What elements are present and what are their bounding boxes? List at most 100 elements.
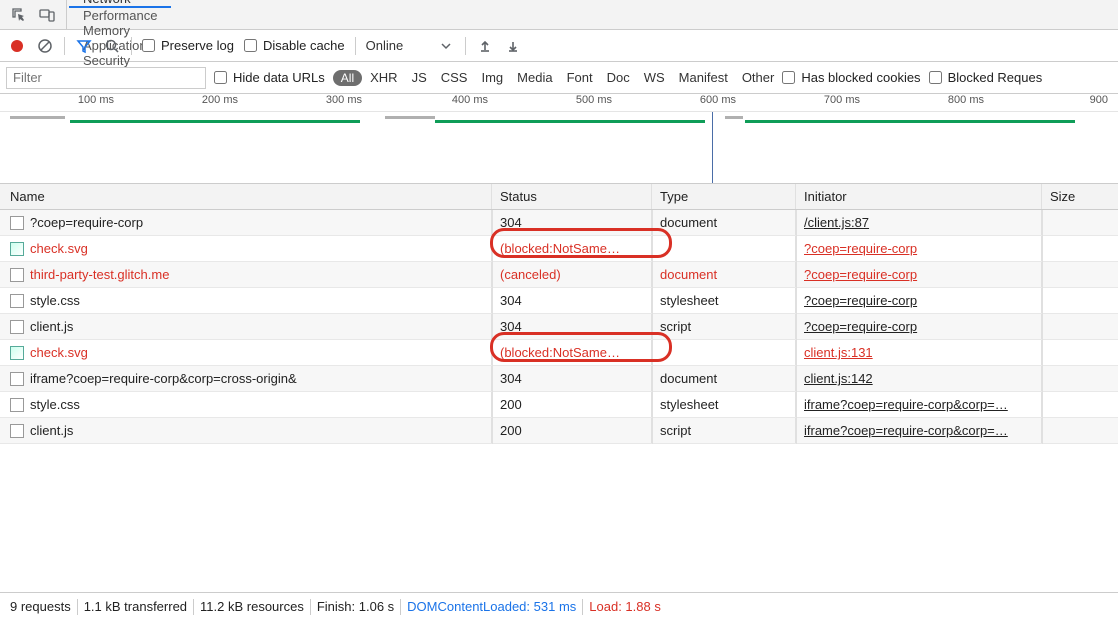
file-icon (10, 424, 24, 438)
filter-type-ws[interactable]: WS (644, 70, 665, 85)
request-initiator[interactable]: ?coep=require-corp (796, 288, 1042, 313)
has-blocked-cookies-checkbox[interactable]: Has blocked cookies (782, 70, 920, 85)
request-type: stylesheet (652, 392, 796, 417)
timeline-tick: 400 ms (452, 94, 490, 106)
file-icon (10, 216, 24, 230)
table-row[interactable]: style.css 200stylesheetiframe?coep=requir… (0, 392, 1118, 418)
clear-icon[interactable] (36, 37, 54, 55)
tab-network[interactable]: Network (69, 0, 171, 8)
file-icon (10, 398, 24, 412)
status-transferred: 1.1 kB transferred (84, 599, 187, 614)
request-status: 304 (492, 366, 652, 391)
request-name: style.css (30, 397, 80, 412)
network-filterbar: Hide data URLs All XHR JS CSS Img Media Font D… (0, 62, 1118, 94)
table-row[interactable]: third-party-test.glitch.me (canceled)docu… (0, 262, 1118, 288)
filter-icon[interactable] (75, 37, 93, 55)
request-name: ?coep=require-corp (30, 215, 143, 230)
request-status: 304 (492, 314, 652, 339)
inspect-icon[interactable] (10, 6, 28, 24)
col-status[interactable]: Status (492, 184, 652, 209)
request-name: check.svg (30, 241, 88, 256)
table-row[interactable]: style.css 304stylesheet?coep=require-corp (0, 288, 1118, 314)
download-har-icon[interactable] (504, 37, 522, 55)
table-row[interactable]: client.js200scriptiframe?coep=require-co… (0, 418, 1118, 444)
filter-input[interactable] (6, 67, 206, 89)
request-type: document (652, 262, 796, 287)
timeline-tick: 300 ms (326, 94, 364, 106)
throttling-select[interactable]: Online (366, 38, 456, 53)
file-icon (10, 242, 24, 256)
tab-icon-group (4, 0, 67, 29)
preserve-log-checkbox[interactable]: Preserve log (142, 38, 234, 53)
request-initiator[interactable]: ?coep=require-corp (796, 262, 1042, 287)
request-status: 304 (492, 210, 652, 235)
network-table: Name Status Type Initiator Size ?coep=re… (0, 184, 1118, 592)
request-status: (blocked:NotSame… (492, 236, 652, 261)
timeline-tick: 100 ms (78, 94, 116, 106)
request-type: script (652, 314, 796, 339)
request-status: (canceled) (492, 262, 652, 287)
request-status: 304 (492, 288, 652, 313)
record-button[interactable] (8, 37, 26, 55)
col-name[interactable]: Name (0, 184, 492, 209)
filter-type-xhr[interactable]: XHR (370, 70, 397, 85)
filter-type-other[interactable]: Other (742, 70, 775, 85)
table-header[interactable]: Name Status Type Initiator Size (0, 184, 1118, 210)
request-name: third-party-test.glitch.me (30, 267, 169, 282)
col-size[interactable]: Size (1042, 189, 1118, 204)
request-name: style.css (30, 293, 80, 308)
timeline-tick: 600 ms (700, 94, 738, 106)
request-type: stylesheet (652, 288, 796, 313)
filter-all-pill[interactable]: All (333, 70, 362, 86)
file-icon (10, 268, 24, 282)
table-row[interactable]: check.svg(blocked:NotSame…client.js:131 (0, 340, 1118, 366)
blocked-requests-checkbox[interactable]: Blocked Reques (929, 70, 1043, 85)
request-initiator[interactable]: /client.js:87 (796, 210, 1042, 235)
status-bar: 9 requests 1.1 kB transferred 11.2 kB re… (0, 592, 1118, 620)
file-icon (10, 294, 24, 308)
status-dcl: DOMContentLoaded: 531 ms (407, 599, 576, 614)
timeline-tick: 200 ms (202, 94, 240, 106)
table-row[interactable]: client.js304script?coep=require-corp (0, 314, 1118, 340)
filter-type-css[interactable]: CSS (441, 70, 468, 85)
request-initiator[interactable]: client.js:131 (796, 340, 1042, 365)
device-toggle-icon[interactable] (38, 6, 56, 24)
filter-type-font[interactable]: Font (567, 70, 593, 85)
request-name: check.svg (30, 345, 88, 360)
request-initiator[interactable]: iframe?coep=require-corp&corp=… (796, 418, 1042, 443)
request-type: document (652, 366, 796, 391)
network-timeline[interactable]: 100 ms200 ms300 ms400 ms500 ms600 ms700 … (0, 94, 1118, 184)
request-name: iframe?coep=require-corp&corp=cross-orig… (30, 371, 297, 386)
filter-type-img[interactable]: Img (481, 70, 503, 85)
status-finish: Finish: 1.06 s (317, 599, 394, 614)
filter-type-js[interactable]: JS (412, 70, 427, 85)
request-initiator[interactable]: ?coep=require-corp (796, 314, 1042, 339)
table-row[interactable]: check.svg (blocked:NotSame… ?coep=require-… (0, 236, 1118, 262)
file-icon (10, 320, 24, 334)
file-icon (10, 372, 24, 386)
request-initiator[interactable]: client.js:142 (796, 366, 1042, 391)
search-icon[interactable] (103, 37, 121, 55)
timeline-tick: 800 ms (948, 94, 986, 106)
filter-type-doc[interactable]: Doc (607, 70, 630, 85)
upload-har-icon[interactable] (476, 37, 494, 55)
filter-type-manifest[interactable]: Manifest (679, 70, 728, 85)
col-initiator[interactable]: Initiator (796, 184, 1042, 209)
file-icon (10, 346, 24, 360)
request-type (652, 340, 796, 365)
filter-types: XHR JS CSS Img Media Font Doc WS Manifest Other (370, 70, 774, 85)
request-initiator[interactable]: iframe?coep=require-corp&corp=… (796, 392, 1042, 417)
devtools-tabs: ElementsConsoleSourcesNetworkPerformance… (0, 0, 1118, 30)
disable-cache-checkbox[interactable]: Disable cache (244, 38, 345, 53)
hide-data-urls-checkbox[interactable]: Hide data URLs (214, 70, 325, 85)
table-row[interactable]: iframe?coep=require-corp&corp=cross-orig… (0, 366, 1118, 392)
filter-type-media[interactable]: Media (517, 70, 552, 85)
col-type[interactable]: Type (652, 184, 796, 209)
table-row[interactable]: ?coep=require-corp304document/client.js:… (0, 210, 1118, 236)
request-initiator[interactable]: ?coep=require-corp (796, 236, 1042, 261)
timeline-tick: 900 (1090, 94, 1110, 106)
request-status: 200 (492, 392, 652, 417)
request-name: client.js (30, 423, 73, 438)
status-resources: 11.2 kB resources (200, 599, 304, 614)
tab-performance[interactable]: Performance (69, 8, 171, 23)
